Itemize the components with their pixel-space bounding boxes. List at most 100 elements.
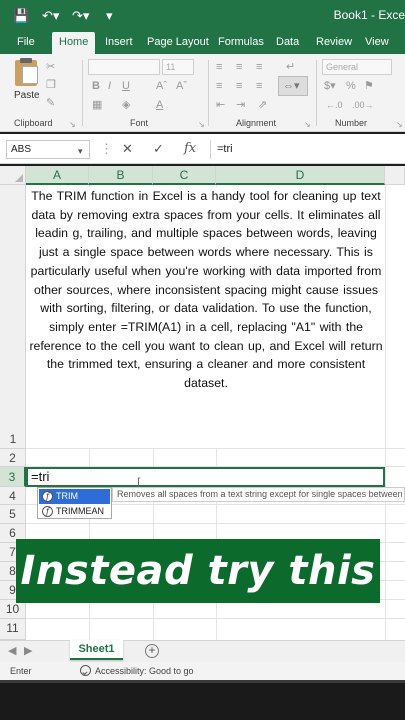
- accessibility-icon[interactable]: [80, 665, 91, 676]
- save-icon[interactable]: 💾: [13, 7, 29, 25]
- decrease-decimal-icon[interactable]: .00→: [352, 98, 374, 112]
- font-name-dropdown[interactable]: [88, 59, 160, 75]
- merge-center-button[interactable]: ⇔▾: [278, 76, 308, 96]
- borders-icon[interactable]: ▦: [92, 98, 102, 112]
- font-color-icon[interactable]: A: [156, 98, 163, 112]
- orientation-icon[interactable]: ⇗: [258, 98, 267, 112]
- formula-input[interactable]: =tri: [210, 140, 405, 159]
- bold-icon[interactable]: B: [92, 79, 100, 93]
- worksheet-grid[interactable]: A B C D 1 2 3 4 5 6 7 8 9 10 11 The TRIM…: [0, 166, 405, 640]
- increase-indent-icon[interactable]: ⇥: [236, 98, 245, 112]
- column-header-a[interactable]: A: [26, 166, 89, 185]
- tab-formulas[interactable]: Formulas: [218, 32, 264, 54]
- insert-function-icon[interactable]: fx: [184, 140, 196, 158]
- decrease-font-icon[interactable]: Aˇ: [176, 79, 187, 93]
- function-icon: f: [42, 491, 53, 502]
- align-right-icon[interactable]: ≡: [256, 79, 262, 93]
- tab-review[interactable]: Review: [316, 32, 352, 54]
- function-autocomplete-list: f TRIM f TRIMMEAN: [37, 487, 112, 519]
- tab-view[interactable]: View: [365, 32, 389, 54]
- ribbon-separator: [82, 60, 83, 126]
- alignment-launcher-icon[interactable]: ↘: [304, 118, 311, 132]
- bottom-bar: [0, 680, 405, 720]
- undo-icon[interactable]: ↶▾: [42, 7, 59, 25]
- column-header-b[interactable]: B: [89, 166, 153, 185]
- formula-bar: ABS ▾ ⋮ ✕ ✓ fx =tri: [0, 134, 405, 164]
- row-header-5[interactable]: 5: [0, 505, 26, 524]
- row-header-3[interactable]: 3: [0, 467, 26, 487]
- row-header-4[interactable]: 4: [0, 487, 26, 505]
- ribbon-home: Paste ✂ ❐ ✎ Clipboard ↘ 11 B I U Aˆ Aˇ ▦…: [0, 54, 405, 132]
- sheet-tab-bar: ◀ ▶ Sheet1 +: [0, 640, 405, 662]
- accessibility-status[interactable]: Accessibility: Good to go: [95, 666, 194, 676]
- select-all-button[interactable]: [0, 166, 26, 185]
- tab-insert[interactable]: Insert: [105, 32, 133, 54]
- underline-icon[interactable]: U: [122, 79, 130, 93]
- decrease-indent-icon[interactable]: ⇤: [216, 98, 225, 112]
- customize-qat-icon[interactable]: ▾: [106, 7, 113, 25]
- name-box-dropdown-icon[interactable]: ▾: [78, 142, 83, 160]
- font-launcher-icon[interactable]: ↘: [198, 118, 205, 132]
- percent-icon[interactable]: %: [346, 79, 356, 93]
- gridline: [26, 523, 405, 524]
- cancel-icon[interactable]: ✕: [122, 140, 133, 158]
- comma-icon[interactable]: ⚑: [364, 79, 374, 93]
- cut-icon[interactable]: ✂: [46, 60, 55, 74]
- increase-font-icon[interactable]: Aˆ: [156, 79, 167, 93]
- increase-decimal-icon[interactable]: ←.0: [326, 98, 343, 112]
- window-title: Book1 - Exce: [333, 8, 405, 22]
- font-group-label: Font: [130, 118, 149, 128]
- number-group-label: Number: [335, 118, 368, 128]
- column-header-e[interactable]: [385, 166, 405, 185]
- row-header-1-label: 1: [9, 432, 17, 446]
- tab-home[interactable]: Home: [52, 32, 96, 54]
- row-header-1[interactable]: 1: [0, 185, 26, 449]
- clipboard-group-label: Clipboard: [14, 118, 53, 128]
- function-icon: f: [42, 506, 53, 517]
- wrap-text-icon[interactable]: ↵: [286, 60, 295, 74]
- add-sheet-icon[interactable]: +: [145, 644, 159, 658]
- prev-sheet-icon[interactable]: ◀: [8, 644, 16, 657]
- gridline: [26, 448, 405, 449]
- tab-file[interactable]: File: [17, 32, 35, 54]
- align-bottom-icon[interactable]: ≡: [256, 60, 262, 74]
- cell-a1-merged-text[interactable]: The TRIM function in Excel is a handy to…: [28, 187, 384, 448]
- clipboard-launcher-icon[interactable]: ↘: [69, 118, 76, 132]
- copy-icon[interactable]: ❐: [46, 78, 56, 92]
- column-header-d[interactable]: D: [216, 166, 385, 185]
- redo-icon[interactable]: ↷▾: [72, 7, 89, 25]
- tab-page-layout[interactable]: Page Layout: [147, 32, 209, 54]
- clip-icon: [20, 58, 32, 63]
- column-header-c[interactable]: C: [153, 166, 216, 185]
- tab-data[interactable]: Data: [276, 32, 299, 54]
- autocomplete-item-label: TRIM: [56, 491, 78, 501]
- enter-icon[interactable]: ✓: [153, 140, 164, 158]
- autocomplete-item-trim[interactable]: f TRIM: [39, 489, 110, 504]
- gridline: [26, 618, 405, 619]
- number-launcher-icon[interactable]: ↘: [396, 118, 403, 132]
- fill-color-icon[interactable]: ◈: [122, 98, 130, 112]
- align-middle-icon[interactable]: ≡: [236, 60, 242, 74]
- ribbon-separator: [316, 60, 317, 126]
- align-top-icon[interactable]: ≡: [216, 60, 222, 74]
- row-header-2[interactable]: 2: [0, 449, 26, 467]
- format-painter-icon[interactable]: ✎: [46, 96, 55, 110]
- more-options-icon[interactable]: ⋮: [100, 140, 113, 158]
- sheet-tab-sheet1[interactable]: Sheet1: [70, 640, 123, 660]
- font-size-dropdown[interactable]: 11: [162, 59, 194, 75]
- align-left-icon[interactable]: ≡: [216, 79, 222, 93]
- number-format-dropdown[interactable]: General: [322, 59, 392, 75]
- paper-icon: [22, 66, 38, 84]
- align-center-icon[interactable]: ≡: [236, 79, 242, 93]
- status-bar: Enter Accessibility: Good to go: [0, 662, 405, 680]
- italic-icon[interactable]: I: [108, 79, 111, 93]
- font-size-value: 11: [166, 62, 176, 72]
- status-mode: Enter: [10, 666, 32, 676]
- ribbon-tabs: File Home Insert Page Layout Formulas Da…: [0, 32, 405, 54]
- autocomplete-item-trimmean[interactable]: f TRIMMEAN: [39, 504, 110, 519]
- overlay-banner: Instead try this: [16, 539, 380, 603]
- currency-icon[interactable]: $▾: [324, 79, 336, 93]
- row-header-11[interactable]: 11: [0, 619, 26, 640]
- next-sheet-icon[interactable]: ▶: [24, 644, 32, 657]
- active-cell-a3[interactable]: =tri: [26, 467, 385, 487]
